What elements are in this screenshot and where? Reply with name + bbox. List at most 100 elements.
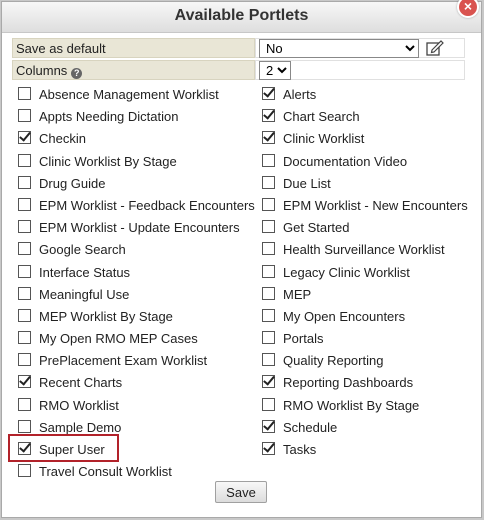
portlet-label: Legacy Clinic Worklist [283, 264, 410, 280]
portlet-item[interactable]: Schedule [262, 417, 468, 439]
checkbox-unchecked[interactable] [18, 419, 31, 433]
columns-label: Columns? [12, 60, 255, 80]
portlet-item[interactable]: Alerts [262, 84, 468, 106]
portlet-item[interactable]: Clinic Worklist [262, 128, 468, 150]
checkbox-unchecked[interactable] [18, 286, 31, 300]
portlet-item[interactable]: Get Started [262, 217, 468, 239]
portlet-label: Reporting Dashboards [283, 375, 414, 391]
portlet-item[interactable]: Meaningful Use [18, 284, 255, 306]
portlet-item[interactable]: Tasks [262, 439, 468, 461]
checkbox-unchecked[interactable] [18, 87, 31, 100]
edit-icon[interactable] [426, 40, 444, 56]
checkbox-checked[interactable] [262, 419, 275, 433]
checkbox-unchecked[interactable] [262, 153, 275, 167]
checkbox-unchecked[interactable] [262, 197, 275, 211]
portlet-label: MEP Worklist By Stage [39, 308, 173, 324]
save-button[interactable]: Save [215, 481, 267, 503]
checkbox-unchecked[interactable] [18, 220, 31, 234]
portlet-label: Sample Demo [39, 419, 122, 435]
checkbox-unchecked[interactable] [262, 308, 275, 322]
portlet-item[interactable]: Absence Management Worklist [18, 84, 255, 106]
checkbox-checked[interactable] [262, 109, 275, 123]
portlet-item[interactable]: Super User [18, 439, 255, 461]
portlet-item[interactable]: Google Search [18, 239, 255, 261]
checkbox-unchecked[interactable] [18, 264, 31, 278]
portlet-label: Portals [283, 331, 324, 347]
checkbox-checked[interactable] [18, 442, 31, 455]
save-as-default-select[interactable]: No [259, 39, 419, 58]
checkbox-unchecked[interactable] [262, 331, 275, 345]
portlet-item[interactable]: Chart Search [262, 106, 468, 128]
portlet-column-left: Absence Management Worklist Appts Needing… [18, 84, 255, 483]
portlet-item[interactable]: Interface Status [18, 262, 255, 284]
portlet-item[interactable]: EPM Worklist - Feedback Encounters [18, 195, 255, 217]
checkbox-checked[interactable] [262, 375, 275, 389]
portlet-item[interactable]: Documentation Video [262, 151, 468, 173]
checkbox-checked[interactable] [262, 87, 275, 100]
portlet-label: RMO Worklist By Stage [283, 397, 420, 413]
columns-select[interactable]: 2 [259, 61, 291, 80]
portlet-label: PrePlacement Exam Worklist [39, 353, 208, 369]
checkbox-unchecked[interactable] [262, 397, 275, 411]
portlet-item[interactable]: PrePlacement Exam Worklist [18, 350, 255, 372]
portlet-label: Due List [283, 175, 331, 191]
portlet-item[interactable]: MEP [262, 284, 468, 306]
checkbox-unchecked[interactable] [18, 242, 31, 256]
portlet-label: Interface Status [39, 264, 131, 280]
checkbox-unchecked[interactable] [262, 286, 275, 300]
checkbox-unchecked[interactable] [18, 153, 31, 167]
portlet-item[interactable]: EPM Worklist - Update Encounters [18, 217, 255, 239]
portlet-label: Absence Management Worklist [39, 87, 219, 102]
portlet-item[interactable]: Legacy Clinic Worklist [262, 262, 468, 284]
help-icon[interactable]: ? [71, 68, 83, 79]
portlet-item[interactable]: Reporting Dashboards [262, 372, 468, 394]
portlet-item[interactable]: MEP Worklist By Stage [18, 306, 255, 328]
portlet-item[interactable]: RMO Worklist By Stage [262, 395, 468, 417]
checkbox-unchecked[interactable] [262, 264, 275, 278]
checkbox-unchecked[interactable] [18, 397, 31, 411]
portlet-label: Clinic Worklist [283, 131, 365, 147]
portlet-item[interactable]: My Open RMO MEP Cases [18, 328, 255, 350]
portlet-label: Checkin [39, 131, 86, 147]
portlet-item[interactable]: Appts Needing Dictation [18, 106, 255, 128]
portlet-item[interactable]: Quality Reporting [262, 350, 468, 372]
portlet-column-right: Alerts Chart Search Clinic Worklist Documen… [262, 84, 468, 461]
portlet-label: EPM Worklist - Update Encounters [39, 220, 240, 236]
checkbox-unchecked[interactable] [18, 464, 31, 478]
checkbox-unchecked[interactable] [18, 197, 31, 211]
portlet-item[interactable]: Checkin [18, 128, 255, 150]
portlet-label: Health Surveillance Worklist [283, 242, 445, 258]
portlet-item[interactable]: Drug Guide [18, 173, 255, 195]
checkbox-unchecked[interactable] [262, 353, 275, 367]
portlet-label: Get Started [283, 220, 350, 236]
checkbox-checked[interactable] [18, 131, 31, 145]
checkbox-unchecked[interactable] [18, 353, 31, 367]
checkbox-unchecked[interactable] [262, 242, 275, 256]
portlet-label: Super User [39, 442, 105, 457]
portlet-label: RMO Worklist [39, 397, 119, 413]
portlet-item[interactable]: RMO Worklist [18, 395, 255, 417]
portlet-item[interactable]: Sample Demo [18, 417, 255, 439]
checkbox-checked[interactable] [18, 375, 31, 389]
portlet-item[interactable]: Recent Charts [18, 372, 255, 394]
portlet-label: Chart Search [283, 109, 360, 125]
portlet-item[interactable]: My Open Encounters [262, 306, 468, 328]
save-as-default-label: Save as default [12, 38, 255, 58]
portlet-item[interactable]: EPM Worklist - New Encounters [262, 195, 468, 217]
checkbox-unchecked[interactable] [262, 220, 275, 234]
portlet-item[interactable]: Clinic Worklist By Stage [18, 151, 255, 173]
checkbox-checked[interactable] [262, 442, 275, 455]
checkbox-unchecked[interactable] [18, 109, 31, 123]
portlet-item[interactable]: Portals [262, 328, 468, 350]
portlet-item[interactable]: Due List [262, 173, 468, 195]
portlet-item[interactable]: Health Surveillance Worklist [262, 239, 468, 261]
portlet-label: Quality Reporting [283, 353, 384, 369]
checkbox-unchecked[interactable] [18, 175, 31, 189]
checkbox-unchecked[interactable] [262, 175, 275, 189]
columns-label-text: Columns [16, 63, 68, 78]
portlet-label: MEP [283, 286, 312, 302]
checkbox-unchecked[interactable] [18, 308, 31, 322]
portlet-label: Recent Charts [39, 375, 123, 391]
checkbox-checked[interactable] [262, 131, 275, 145]
checkbox-unchecked[interactable] [18, 331, 31, 345]
